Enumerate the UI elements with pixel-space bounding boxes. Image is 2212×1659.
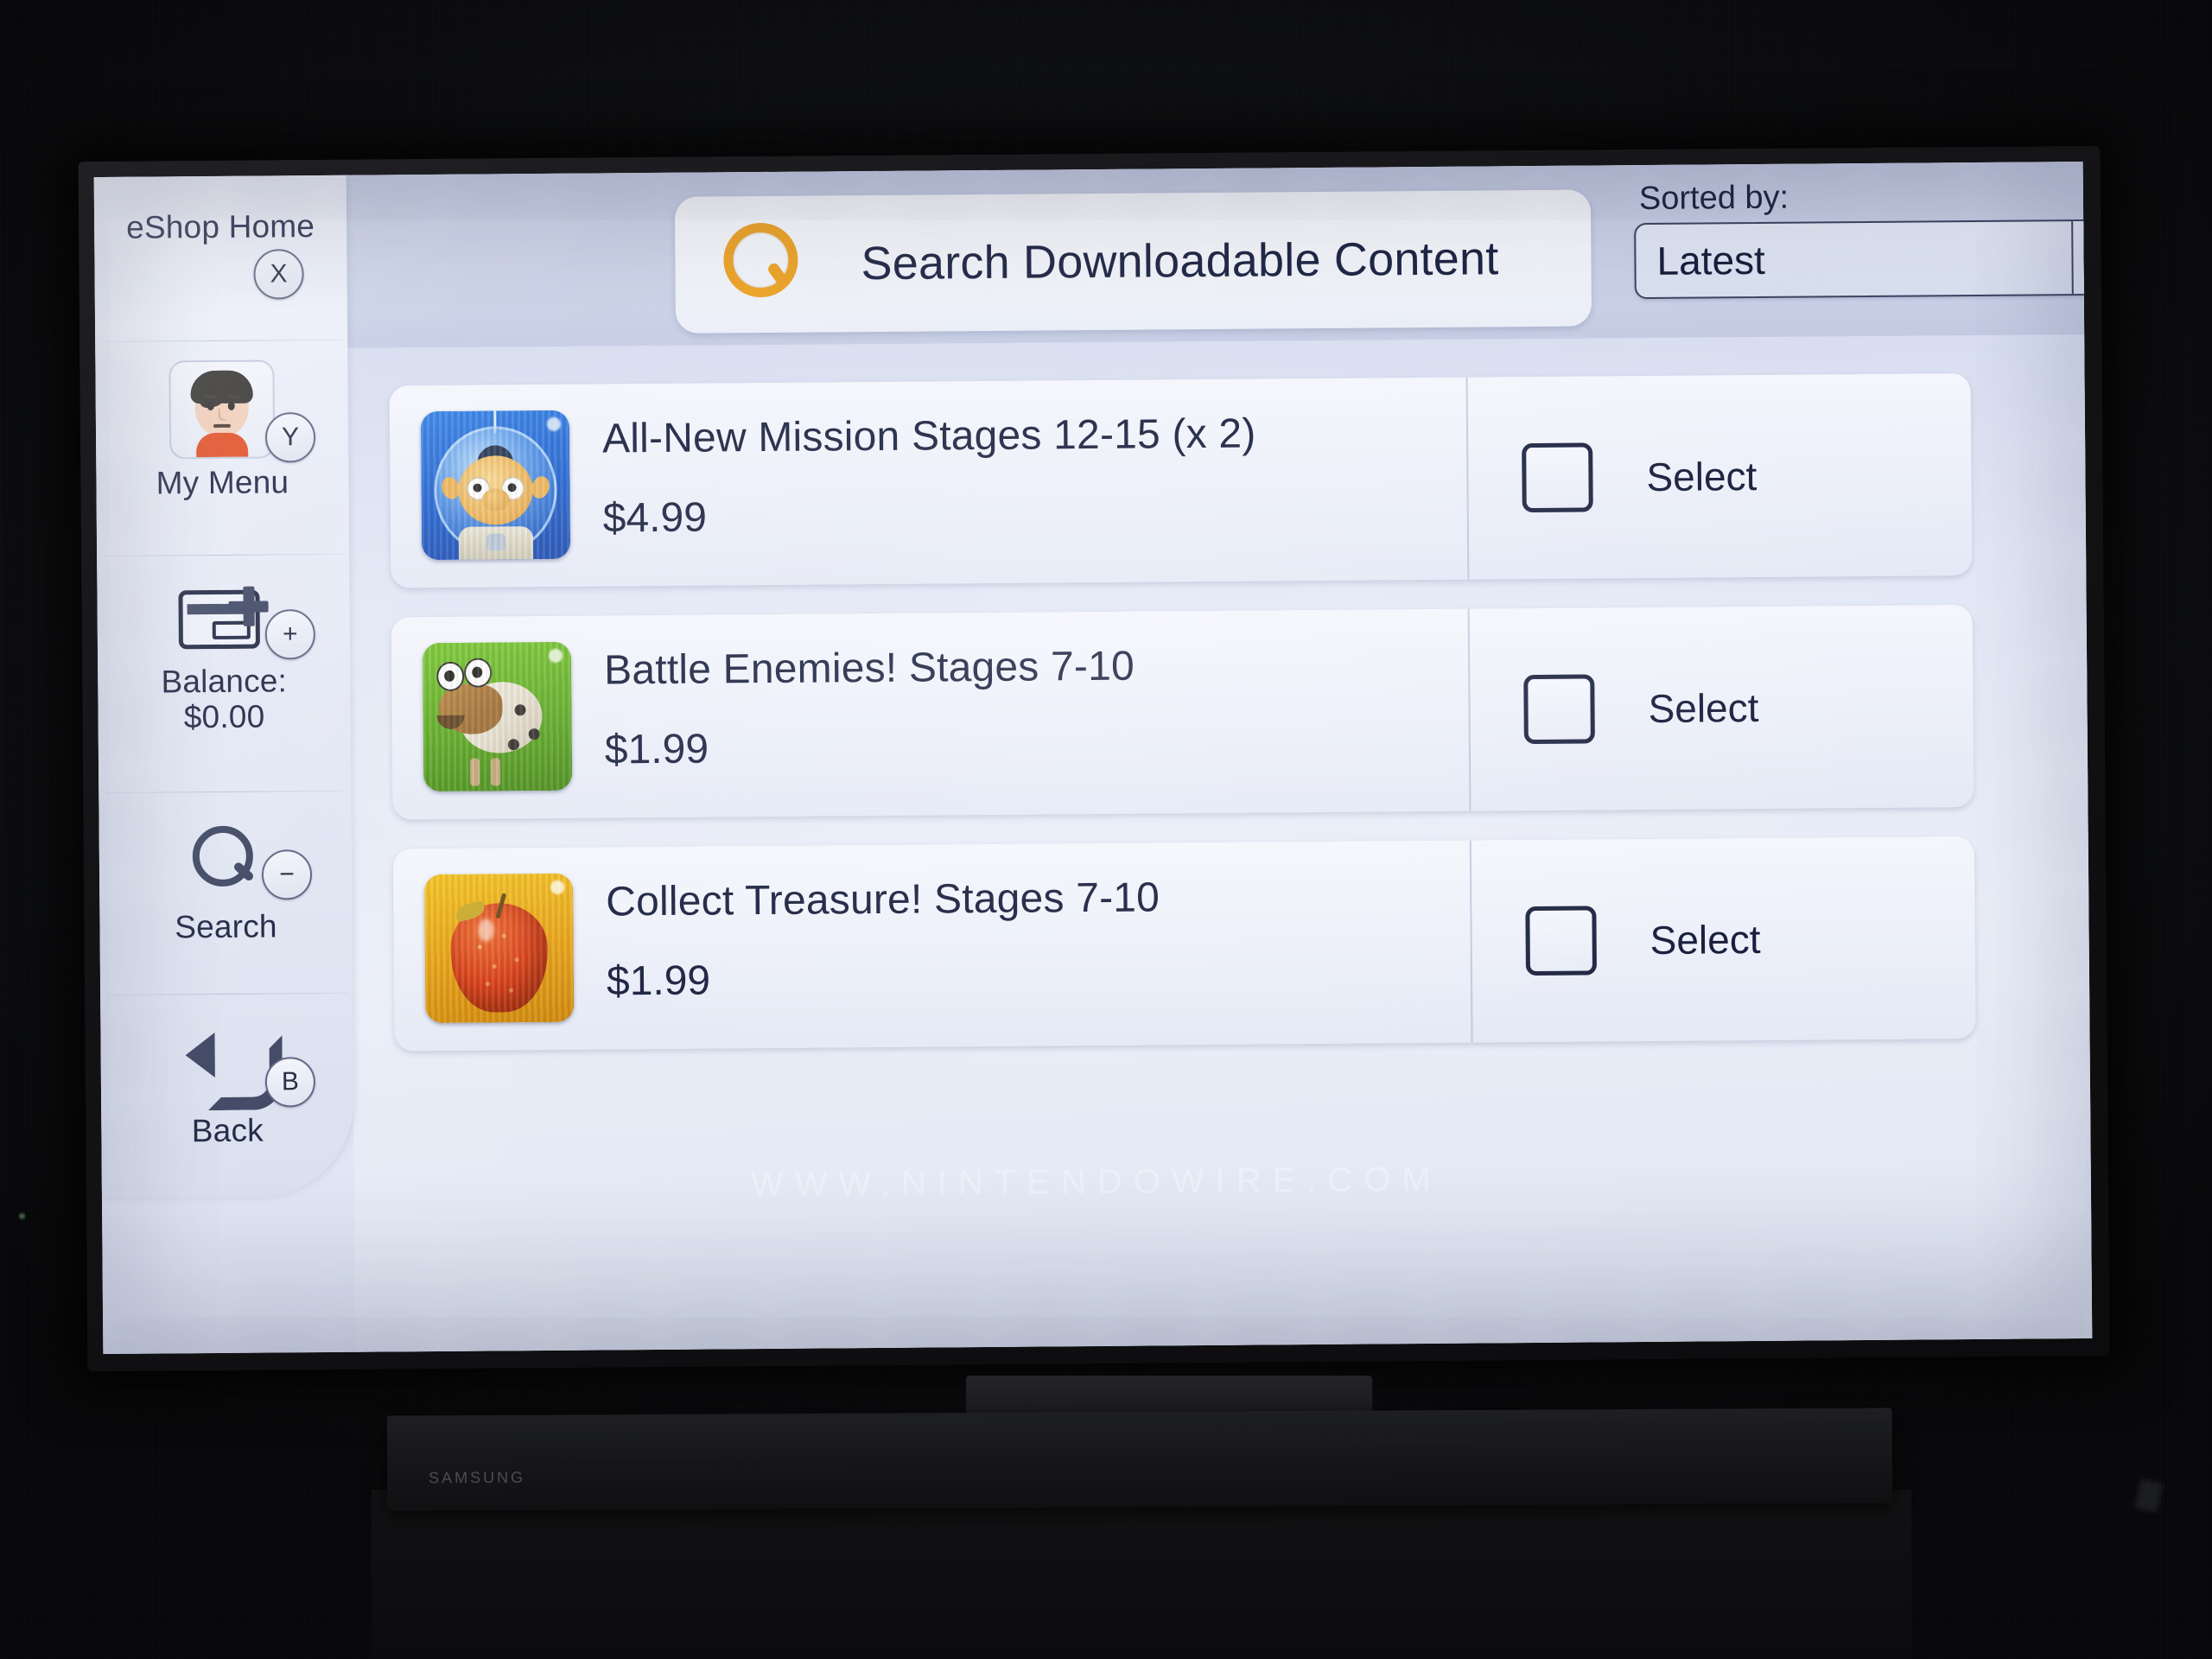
soundbar-brand-label: SAMSUNG bbox=[429, 1468, 526, 1487]
product-thumbnail bbox=[424, 873, 575, 1024]
search-icon bbox=[720, 221, 804, 308]
select-checkbox[interactable] bbox=[1525, 906, 1597, 976]
product-title: All-New Mission Stages 12-15 (x 2) bbox=[601, 410, 1256, 462]
plus-glyph bbox=[228, 586, 268, 626]
sidebar-item-label: Search bbox=[175, 908, 277, 945]
sidebar-item-back[interactable]: B Back bbox=[100, 1015, 354, 1195]
back-arrow-icon bbox=[185, 1031, 283, 1111]
sidebar-divider bbox=[104, 553, 345, 556]
thumb-gloss bbox=[550, 880, 565, 894]
creature-spot bbox=[528, 728, 540, 741]
mii-eye-left bbox=[207, 401, 214, 411]
mii-nose bbox=[218, 408, 226, 421]
avatar bbox=[168, 359, 276, 460]
select-label: Select bbox=[1649, 916, 1761, 963]
fruit-gloss bbox=[478, 918, 494, 942]
corner-glint bbox=[2134, 1478, 2164, 1513]
eshop-application: eShop Home X Y My Menu + Balance: $0.00 … bbox=[93, 161, 2093, 1355]
magnifier-ring bbox=[723, 222, 798, 298]
sort-control: Sorted by: Latest bbox=[1634, 176, 2093, 300]
button-badge-plus: + bbox=[264, 609, 316, 660]
sort-selected-value: Latest bbox=[1656, 237, 1766, 283]
search-icon bbox=[191, 825, 261, 896]
site-watermark: WWW.NINTENDOWIRE.COM bbox=[750, 1160, 1442, 1205]
back-arrow-head bbox=[185, 1033, 215, 1078]
room-photo: eShop Home X Y My Menu + Balance: $0.00 … bbox=[0, 0, 2212, 1659]
button-badge-x: X bbox=[253, 249, 304, 301]
search-placeholder: Search Downloadable Content bbox=[861, 232, 1499, 290]
sidebar-item-label: Back bbox=[191, 1112, 264, 1149]
select-cell[interactable]: Select bbox=[1471, 836, 1976, 1043]
table-row[interactable]: Collect Treasure! Stages 7-10 $1.99 Sele… bbox=[392, 836, 1976, 1052]
table-row[interactable]: Battle Enemies! Stages 7-10 $1.99 Select bbox=[391, 605, 1974, 820]
sidebar-item-my-menu[interactable]: Y My Menu bbox=[95, 353, 349, 547]
thumb-gloss bbox=[546, 416, 562, 431]
product-title: Battle Enemies! Stages 7-10 bbox=[603, 643, 1135, 694]
product-price: $1.99 bbox=[606, 957, 711, 1005]
creature-eye-left bbox=[436, 661, 465, 691]
sort-dropdown[interactable]: Latest bbox=[1634, 219, 2093, 300]
sort-dropdown-arrow-button[interactable] bbox=[2071, 220, 2093, 295]
creature-eye-right bbox=[464, 658, 493, 688]
mii-eye-right bbox=[227, 401, 235, 410]
select-checkbox[interactable] bbox=[1523, 674, 1595, 745]
creature-spot bbox=[514, 704, 526, 716]
add-funds-card-icon bbox=[178, 586, 269, 650]
select-label: Select bbox=[1648, 684, 1759, 731]
creature-spot bbox=[507, 739, 519, 751]
select-label: Select bbox=[1646, 453, 1758, 499]
soundbar: SAMSUNG bbox=[386, 1408, 1893, 1511]
ambient-led-dot bbox=[19, 1213, 25, 1219]
button-badge-b: B bbox=[264, 1057, 316, 1108]
mii-hair-front bbox=[190, 370, 253, 404]
thumb-gloss bbox=[548, 648, 563, 663]
sort-label: Sorted by: bbox=[1638, 179, 1789, 218]
row-content: Collect Treasure! Stages 7-10 $1.99 bbox=[392, 840, 1473, 1052]
button-badge-y: Y bbox=[264, 412, 316, 463]
creature-leg-right bbox=[490, 758, 501, 786]
sidebar-item-balance[interactable]: + Balance: $0.00 bbox=[97, 571, 351, 789]
sidebar-divider bbox=[107, 992, 348, 995]
product-thumbnail bbox=[422, 641, 573, 792]
sidebar-divider bbox=[105, 790, 346, 793]
media-cabinet bbox=[372, 1490, 1911, 1659]
select-cell[interactable]: Select bbox=[1468, 373, 1973, 580]
table-row[interactable]: All-New Mission Stages 12-15 (x 2) $4.99… bbox=[389, 373, 1973, 588]
select-checkbox[interactable] bbox=[1522, 442, 1593, 513]
tv-bezel: eShop Home X Y My Menu + Balance: $0.00 … bbox=[78, 145, 2110, 1372]
row-content: Battle Enemies! Stages 7-10 $1.99 bbox=[391, 608, 1471, 820]
character-suit bbox=[458, 526, 534, 560]
row-content: All-New Mission Stages 12-15 (x 2) $4.99 bbox=[389, 377, 1470, 588]
mii-mouth bbox=[213, 423, 231, 428]
sidebar-item-label: My Menu bbox=[156, 464, 289, 501]
sidebar-item-eshop-home[interactable]: eShop Home X bbox=[94, 196, 347, 334]
sidebar-item-label: eShop Home bbox=[125, 208, 315, 245]
sidebar-item-label: Balance: $0.00 bbox=[161, 663, 288, 735]
sidebar-divider bbox=[102, 339, 343, 342]
select-cell[interactable]: Select bbox=[1470, 605, 1974, 811]
creature-leg-left bbox=[469, 758, 480, 786]
product-thumbnail bbox=[420, 410, 571, 561]
search-input[interactable]: Search Downloadable Content bbox=[674, 189, 1592, 334]
top-bar: Search Downloadable Content Sorted by: L… bbox=[346, 161, 2093, 348]
mii-shirt bbox=[196, 432, 249, 458]
button-badge-minus: − bbox=[261, 849, 313, 900]
product-title: Collect Treasure! Stages 7-10 bbox=[606, 874, 1160, 925]
product-price: $4.99 bbox=[602, 494, 708, 542]
tv-screen: eShop Home X Y My Menu + Balance: $0.00 … bbox=[93, 161, 2093, 1355]
product-price: $1.99 bbox=[604, 726, 709, 773]
sidebar-item-search[interactable]: − Search bbox=[99, 811, 353, 991]
character-nose bbox=[481, 488, 510, 512]
sidebar: eShop Home X Y My Menu + Balance: $0.00 … bbox=[93, 175, 354, 1199]
